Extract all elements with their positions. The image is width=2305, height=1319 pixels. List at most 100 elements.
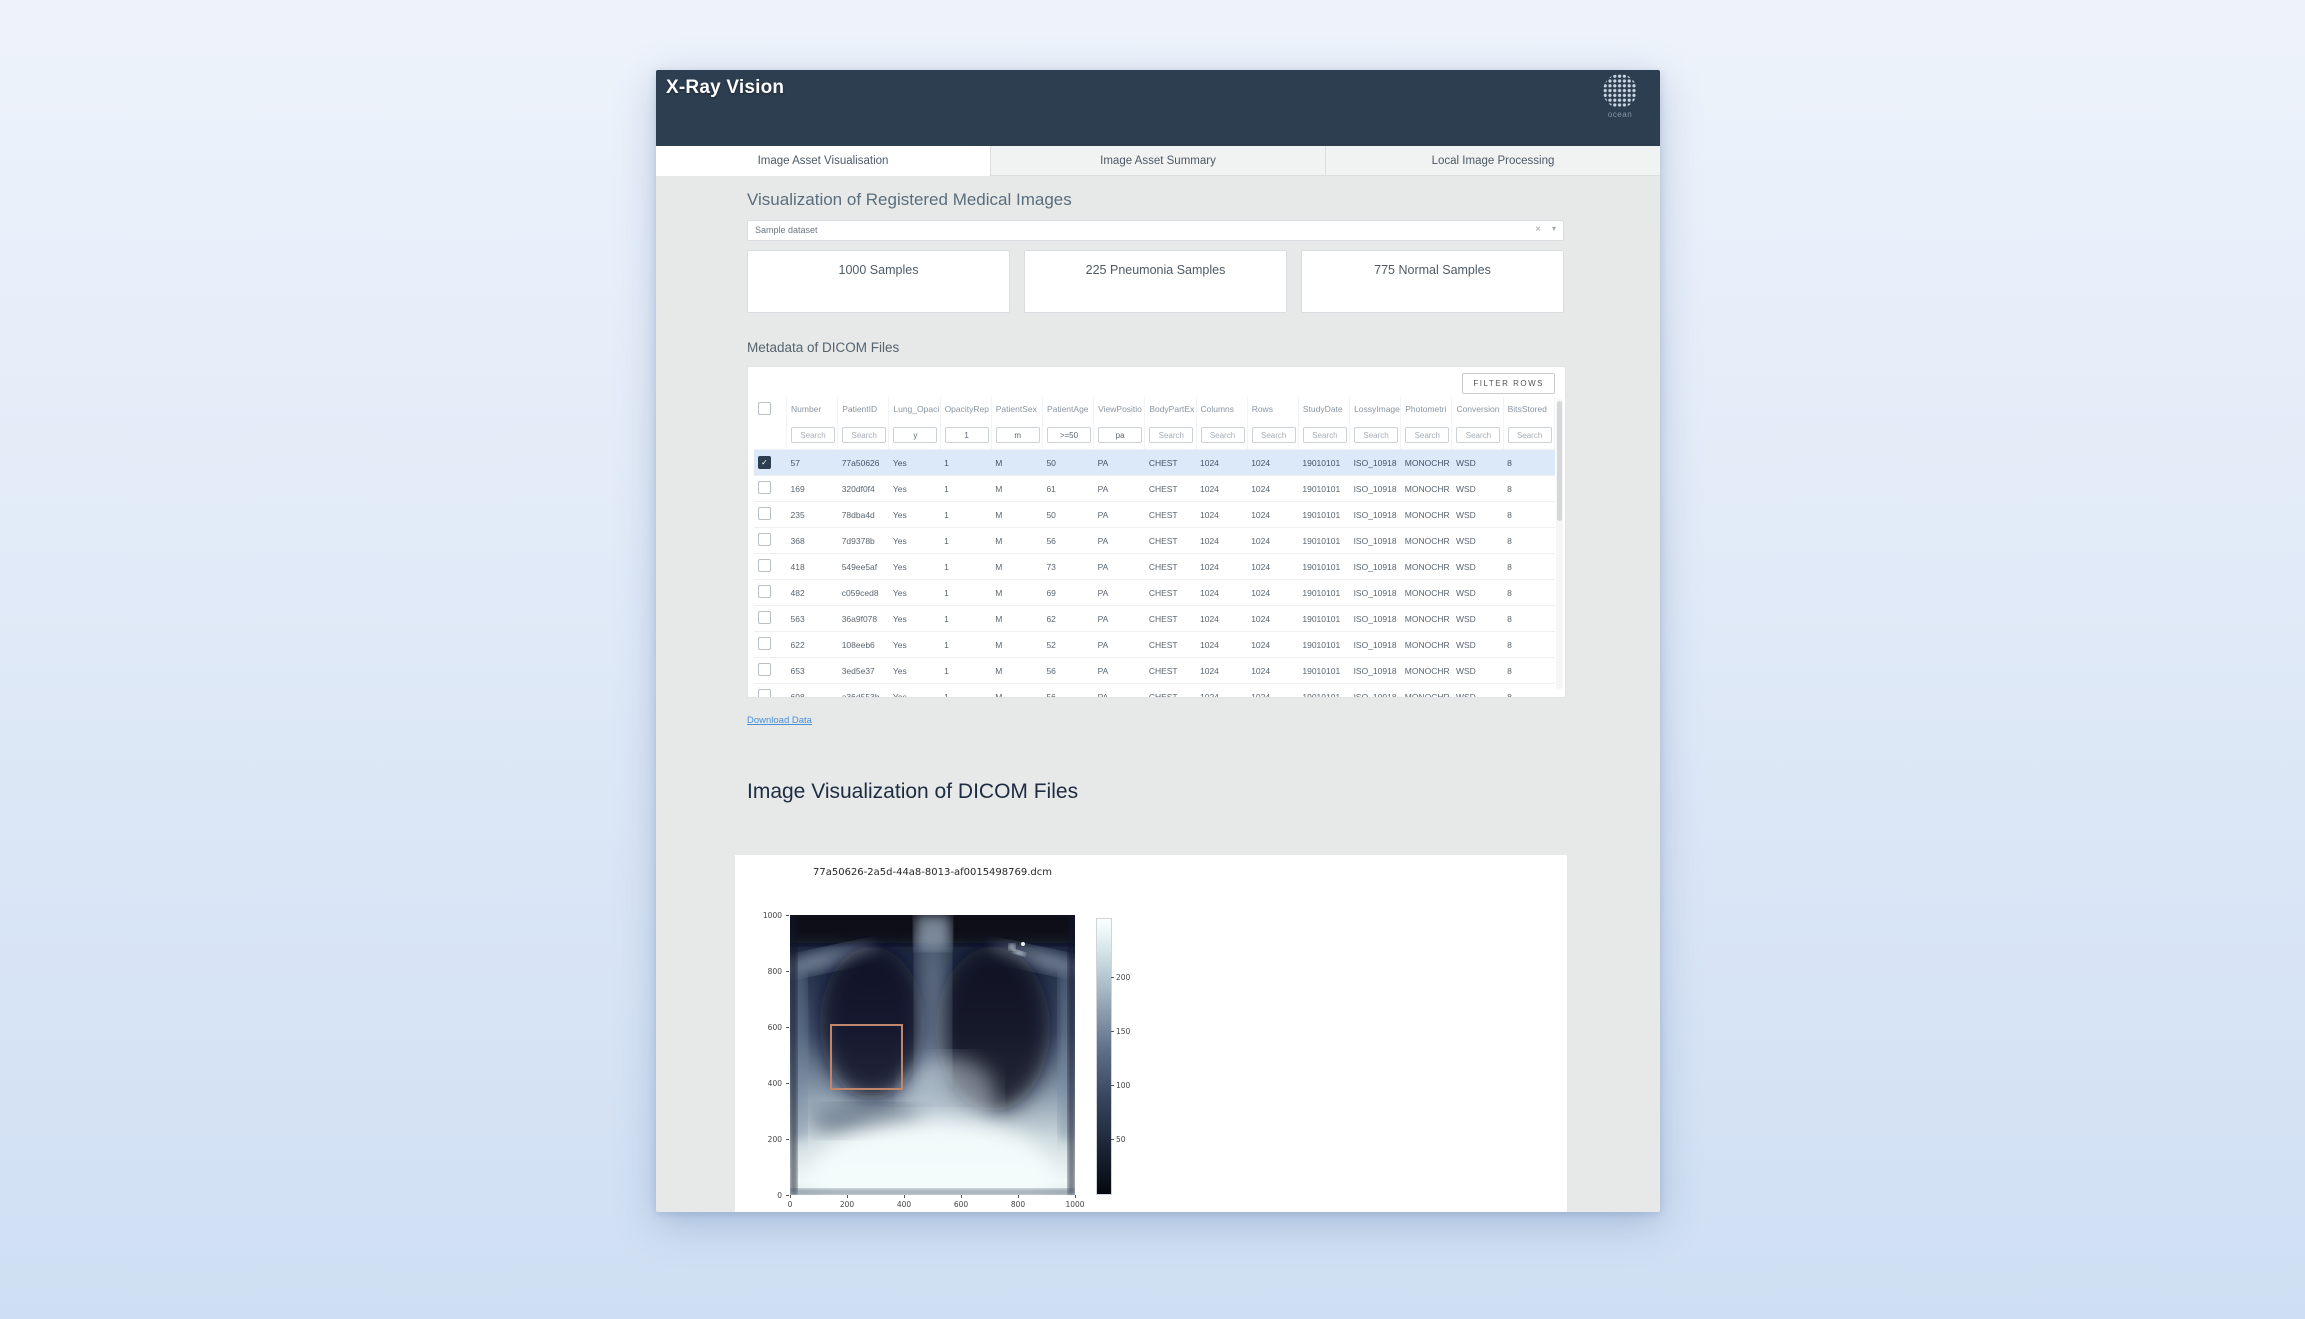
- table-row[interactable]: 56336a9f078Yes1M62PACHEST102410241901010…: [754, 606, 1555, 632]
- filter-rows-button[interactable]: FILTER ROWS: [1462, 373, 1555, 394]
- colorbar: [1096, 918, 1112, 1195]
- table-cell: 1024: [1247, 580, 1298, 606]
- x-tick-label: 600: [949, 1200, 973, 1209]
- filter-input-bitsstored[interactable]: [1508, 427, 1552, 443]
- table-row[interactable]: 23578dba4dYes1M50PACHEST1024102419010101…: [754, 502, 1555, 528]
- row-checkbox[interactable]: [758, 689, 771, 698]
- filter-input-columns[interactable]: [1201, 427, 1245, 443]
- table-vertical-scrollbar[interactable]: [1556, 399, 1563, 689]
- column-header-viewpositio[interactable]: ViewPositio: [1094, 397, 1145, 421]
- row-checkbox[interactable]: ✓: [758, 456, 771, 469]
- column-header-conversion[interactable]: Conversion: [1452, 397, 1503, 421]
- table-cell: 19010101: [1298, 528, 1349, 554]
- table-row[interactable]: 6533ed5e37Yes1M56PACHEST1024102419010101…: [754, 658, 1555, 684]
- filter-input-rows[interactable]: [1252, 427, 1296, 443]
- filter-input-viewpositio[interactable]: [1098, 427, 1142, 443]
- column-header-patientid[interactable]: PatientID: [838, 397, 889, 421]
- filter-input-bodypartex[interactable]: [1149, 427, 1193, 443]
- tab-label: Image Asset Visualisation: [758, 155, 889, 167]
- table-cell: PA: [1094, 632, 1145, 658]
- table-row[interactable]: 698a36d553bYes1M56PACHEST102410241901010…: [754, 684, 1555, 699]
- column-header-rows[interactable]: Rows: [1247, 397, 1298, 421]
- xray-image[interactable]: [790, 915, 1075, 1195]
- table-cell: 653: [787, 658, 838, 684]
- column-header-photometri[interactable]: Photometri: [1401, 397, 1452, 421]
- filter-input-patientage[interactable]: [1047, 427, 1091, 443]
- table-cell: 8: [1503, 658, 1554, 684]
- stat-card-775-normal-samples: 775 Normal Samples: [1301, 250, 1564, 313]
- column-header-patientage[interactable]: PatientAge: [1042, 397, 1093, 421]
- column-header-bodypartex[interactable]: BodyPartEx: [1145, 397, 1196, 421]
- filter-input-conversion[interactable]: [1456, 427, 1500, 443]
- table-cell: WSD: [1452, 476, 1503, 502]
- table-row[interactable]: 418549ee5afYes1M73PACHEST102410241901010…: [754, 554, 1555, 580]
- table-row[interactable]: 622108eeb6Yes1M52PACHEST1024102419010101…: [754, 632, 1555, 658]
- download-data-link[interactable]: Download Data: [747, 715, 812, 726]
- table-cell: ISO_10918: [1350, 606, 1401, 632]
- row-checkbox[interactable]: [758, 559, 771, 572]
- row-checkbox[interactable]: [758, 533, 771, 546]
- table-cell: 1024: [1196, 580, 1247, 606]
- table-cell: MONOCHR: [1401, 502, 1452, 528]
- chevron-down-icon[interactable]: ▾: [1552, 224, 1556, 233]
- table-cell: 8: [1503, 450, 1554, 476]
- filter-input-patientid[interactable]: [842, 427, 886, 443]
- table-cell: 1024: [1247, 554, 1298, 580]
- column-header-opacityrep[interactable]: OpacityRep: [940, 397, 991, 421]
- row-checkbox[interactable]: [758, 507, 771, 520]
- row-checkbox[interactable]: [758, 611, 771, 624]
- table-row[interactable]: 482c059ced8Yes1M69PACHEST102410241901010…: [754, 580, 1555, 606]
- tab-image-asset-visualisation[interactable]: Image Asset Visualisation: [656, 146, 990, 176]
- column-header-number[interactable]: Number: [787, 397, 838, 421]
- colorbar-tick-label: 200: [1116, 973, 1130, 982]
- clear-icon[interactable]: ×: [1535, 224, 1541, 235]
- column-header-columns[interactable]: Columns: [1196, 397, 1247, 421]
- tab-image-asset-summary[interactable]: Image Asset Summary: [990, 146, 1325, 176]
- table-cell: ISO_10918: [1350, 580, 1401, 606]
- table-cell: 1: [940, 684, 991, 699]
- metadata-heading: Metadata of DICOM Files: [747, 340, 899, 355]
- x-tick-label: 200: [835, 1200, 859, 1209]
- column-header-lung-opaci[interactable]: Lung_Opaci: [889, 397, 940, 421]
- table-row[interactable]: 169320df0f4Yes1M61PACHEST102410241901010…: [754, 476, 1555, 502]
- table-cell: 8: [1503, 502, 1554, 528]
- filter-input-opacityrep[interactable]: [945, 427, 989, 443]
- row-checkbox[interactable]: [758, 585, 771, 598]
- column-header-studydate[interactable]: StudyDate: [1298, 397, 1349, 421]
- y-tick-mark: [786, 1195, 789, 1196]
- metadata-table-card: FILTER ROWS NumberPatientIDLung_OpaciOpa…: [747, 366, 1566, 698]
- tab-local-image-processing[interactable]: Local Image Processing: [1325, 146, 1660, 176]
- filter-input-lung-opaci[interactable]: [893, 427, 937, 443]
- table-row[interactable]: 3687d9378bYes1M56PACHEST1024102419010101…: [754, 528, 1555, 554]
- table-cell: ISO_10918: [1350, 502, 1401, 528]
- table-cell: 19010101: [1298, 580, 1349, 606]
- table-cell: 1024: [1196, 502, 1247, 528]
- row-checkbox[interactable]: [758, 637, 771, 650]
- y-tick-mark: [786, 915, 789, 916]
- visualization-heading: Image Visualization of DICOM Files: [747, 780, 1078, 804]
- filter-input-number[interactable]: [791, 427, 835, 443]
- row-checkbox[interactable]: [758, 663, 771, 676]
- table-cell: WSD: [1452, 580, 1503, 606]
- filter-input-patientsex[interactable]: [996, 427, 1040, 443]
- table-cell: 19010101: [1298, 606, 1349, 632]
- table-cell: WSD: [1452, 606, 1503, 632]
- row-checkbox[interactable]: [758, 481, 771, 494]
- table-cell: CHEST: [1145, 476, 1196, 502]
- filter-input-photometri[interactable]: [1405, 427, 1449, 443]
- table-cell: PA: [1094, 450, 1145, 476]
- filter-input-lossyimage[interactable]: [1354, 427, 1398, 443]
- table-row[interactable]: ✓5777a50626Yes1M50PACHEST102410241901010…: [754, 450, 1555, 476]
- column-header-lossyimage[interactable]: LossyImage: [1350, 397, 1401, 421]
- dataset-select[interactable]: Sample dataset × ▾: [747, 220, 1564, 241]
- column-header-patientsex[interactable]: PatientSex: [991, 397, 1042, 421]
- select-all-checkbox[interactable]: [758, 402, 771, 415]
- table-cell: 19010101: [1298, 554, 1349, 580]
- scrollbar-thumb[interactable]: [1557, 401, 1562, 521]
- table-cell: c059ced8: [838, 580, 889, 606]
- table-cell: 1024: [1247, 450, 1298, 476]
- stat-card-225-pneumonia-samples: 225 Pneumonia Samples: [1024, 250, 1287, 313]
- filter-input-studydate[interactable]: [1303, 427, 1347, 443]
- table-cell: M: [991, 580, 1042, 606]
- column-header-bitsstored[interactable]: BitsStored: [1503, 397, 1554, 421]
